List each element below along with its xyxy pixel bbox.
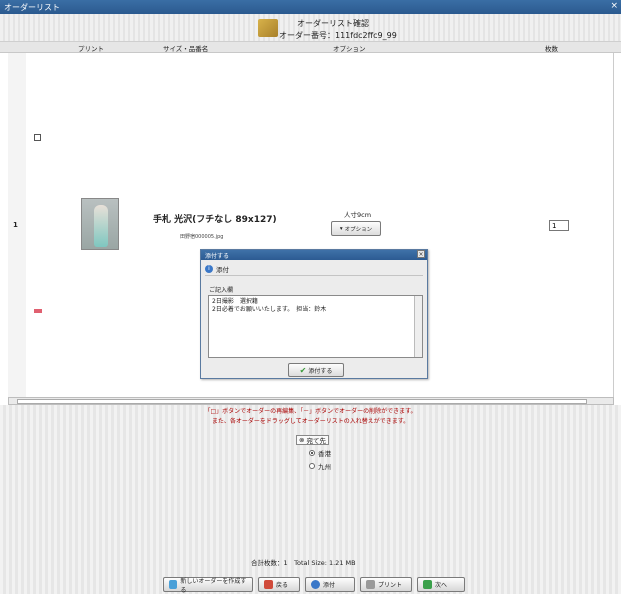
photo-thumbnail[interactable]	[81, 198, 119, 250]
attach-toolbar-button[interactable]: 添付	[305, 577, 355, 592]
attach-button-label: 添付する	[308, 367, 333, 375]
destination-option[interactable]: 香港	[309, 448, 342, 458]
back-label: 戻る	[276, 582, 289, 589]
action-bar: 新しいオーダーを作成する 戻る 添付 プリント 次へ	[163, 577, 465, 594]
destination-option[interactable]: 九州	[309, 461, 342, 471]
textarea-scrollbar[interactable]	[414, 296, 422, 357]
dialog-title: 添付する	[205, 252, 230, 260]
comment-line: 2日撮影 選択籍	[212, 298, 258, 305]
destination-option-label: 香港	[318, 450, 331, 458]
print-button[interactable]: プリント	[360, 577, 412, 592]
hint-text: 「□」ボタンでオーダーの再編集、「－」ボタンでオーダーの削除ができます。	[204, 408, 417, 415]
horizontal-scrollbar[interactable]	[8, 397, 614, 405]
page-title: オーダーリスト確認	[297, 19, 369, 28]
dialog-titlebar: 添付する ×	[201, 250, 427, 260]
comment-label: ご記入欄	[209, 287, 234, 294]
item-filename: 田野宿000005.jpg	[180, 234, 224, 240]
attach-label: 添付	[323, 582, 336, 589]
attach-button[interactable]: ✔ 添付する	[288, 363, 344, 377]
scrollbar-thumb[interactable]	[17, 399, 587, 404]
radio-button[interactable]	[309, 463, 315, 469]
next-label: 次へ	[435, 582, 448, 589]
dialog-heading-label: 添付	[216, 266, 229, 274]
new-order-label: 新しいオーダーを作成する	[180, 577, 247, 594]
info-icon	[311, 580, 320, 589]
collapse-icon: ⊗	[299, 436, 305, 444]
info-icon: i	[205, 265, 213, 273]
attach-dialog: 添付する × i 添付 ご記入欄 2日撮影 選択籍 2日必着でお願いいたします。…	[200, 249, 428, 379]
comment-textarea[interactable]: 2日撮影 選択籍 2日必着でお願いいたします。 担当：鈴木	[208, 295, 423, 358]
order-number: オーダー番号：111fdc2ffc9_99	[279, 31, 397, 40]
print-label: プリント	[378, 582, 403, 589]
dialog-close-icon[interactable]: ×	[417, 250, 425, 258]
next-icon	[423, 580, 432, 589]
window-titlebar: オーダーリスト ×	[0, 0, 621, 14]
option-button[interactable]: ▾ オプション	[331, 221, 381, 236]
close-icon[interactable]: ×	[610, 1, 618, 11]
hint-text: また、各オーダーをドラッグしてオーダーリストの入れ替えができます。	[211, 418, 410, 425]
destination-label: 宛て先	[306, 437, 326, 445]
column-headers: プリント サイズ・品番名 オプション 枚数	[0, 42, 621, 53]
new-order-icon	[169, 580, 178, 589]
photo-figure	[94, 205, 108, 247]
size-label: 人寸9cm	[344, 211, 372, 219]
chevron-down-icon: ▾	[339, 225, 343, 232]
comment-line: 2日必着でお願いいたします。 担当：鈴木	[212, 306, 327, 313]
window-title: オーダーリスト	[4, 2, 60, 12]
dialog-heading: i 添付	[205, 263, 423, 276]
edit-order-button[interactable]	[34, 134, 41, 141]
order-summary: 合計枚数：1 Total Size: 1.21 MB	[251, 559, 356, 567]
check-icon: ✔	[299, 365, 307, 375]
destination-option-label: 九州	[318, 463, 331, 471]
quantity-input[interactable]	[549, 220, 569, 231]
destination-group: ⊗ 宛て先 香港 九州	[296, 435, 342, 471]
column-print: プリント	[78, 45, 104, 53]
print-icon	[366, 580, 375, 589]
column-option: オプション	[333, 45, 366, 53]
destination-header[interactable]: ⊗ 宛て先	[296, 435, 329, 445]
new-order-button[interactable]: 新しいオーダーを作成する	[163, 577, 253, 594]
back-button[interactable]: 戻る	[258, 577, 300, 592]
back-icon	[264, 580, 273, 589]
item-name: 手札 光沢(フチなし 89x127)	[153, 215, 277, 225]
option-button-label: オプション	[344, 226, 373, 233]
next-button[interactable]: 次へ	[417, 577, 465, 592]
delete-order-button[interactable]	[34, 309, 42, 313]
column-qty: 枚数	[545, 45, 558, 53]
column-size-name: サイズ・品番名	[163, 45, 209, 53]
package-icon	[258, 19, 278, 37]
radio-button[interactable]	[309, 450, 315, 456]
row-index: 1	[13, 221, 18, 229]
